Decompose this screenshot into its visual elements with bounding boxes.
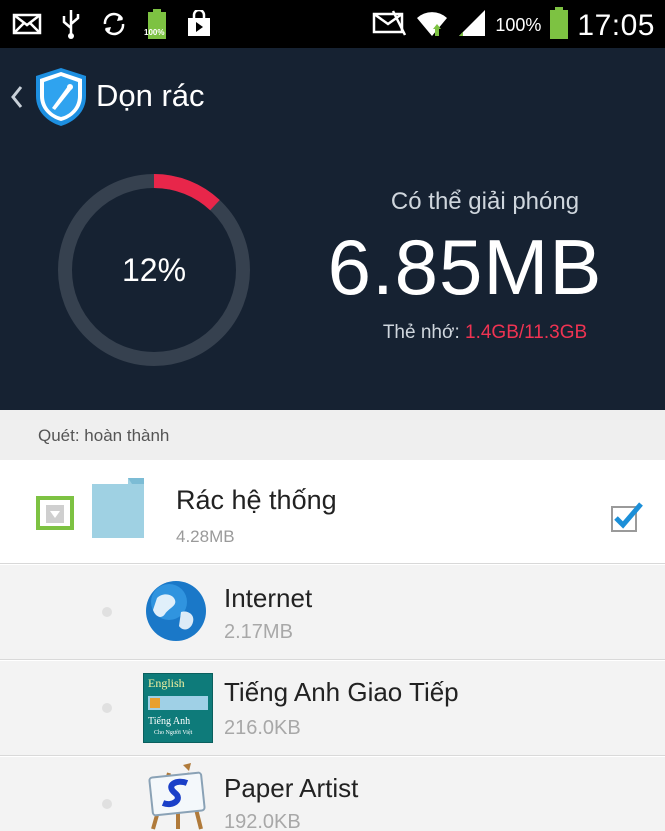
battery-small-text: 100% — [144, 28, 165, 37]
back-arrow-icon[interactable] — [10, 84, 24, 115]
signal-icon — [457, 9, 487, 42]
free-size: 6.85MB — [327, 223, 603, 311]
bullet-dot — [102, 799, 112, 809]
usage-ring: 12% — [54, 170, 254, 370]
app-size: 216.0KB — [224, 717, 301, 739]
storage-info: Thẻ nhớ: 1.4GB/11.3GB — [310, 322, 660, 344]
sync-icon — [100, 10, 128, 43]
english-icon-label-vi: Tiếng Anh — [148, 716, 191, 727]
scan-status: Quét: hoàn thành — [38, 426, 170, 445]
wifi-icon — [415, 8, 449, 43]
bullet-dot — [102, 607, 112, 617]
clock: 17:05 — [577, 8, 655, 42]
app-name: Tiếng Anh Giao Tiếp — [224, 677, 459, 707]
globe-icon — [143, 578, 209, 649]
bullet-dot — [102, 703, 112, 713]
list-item[interactable]: Paper Artist 192.0KB — [0, 757, 665, 831]
security-shield-icon[interactable] — [34, 66, 88, 133]
group-checkbox[interactable] — [610, 501, 644, 538]
battery-small-icon: 100% — [144, 8, 168, 45]
collapse-arrow-icon — [46, 505, 64, 523]
shop-bag-icon — [186, 8, 212, 43]
app-name: Paper Artist — [224, 773, 359, 803]
ring-percent-label: 12% — [121, 251, 187, 288]
usb-icon — [60, 8, 82, 45]
page-title: Dọn rác — [96, 78, 205, 113]
storage-value: 1.4GB/11.3GB — [465, 322, 588, 343]
app-name: Internet — [224, 583, 313, 613]
battery-percent: 100% — [495, 15, 542, 35]
status-bar: 100% 100% 17:05 — [0, 0, 665, 48]
app-size: 192.0KB — [224, 811, 301, 831]
storage-label: Thẻ nhớ: — [382, 322, 465, 343]
folder-icon — [92, 478, 144, 543]
easel-icon — [143, 763, 213, 831]
expand-toggle[interactable] — [36, 496, 74, 530]
scan-status-bar: Quét: hoàn thành — [0, 410, 665, 460]
free-caption: Có thể giải phóng — [390, 188, 580, 215]
english-icon-label-sub: Cho Người Việt — [154, 730, 193, 736]
list-item[interactable]: Internet 2.17MB — [0, 565, 665, 660]
english-book-icon: English Tiếng Anh Cho Người Việt — [143, 673, 213, 743]
nfc-icon — [371, 9, 407, 42]
group-title: Rác hệ thống — [176, 485, 337, 515]
list-item[interactable]: English Tiếng Anh Cho Người Việt Tiếng A… — [0, 661, 665, 756]
group-size: 4.28MB — [176, 527, 235, 546]
mail-icon — [12, 11, 42, 42]
english-icon-label: English — [148, 676, 185, 690]
app-size: 2.17MB — [224, 621, 293, 643]
battery-icon — [549, 6, 569, 45]
